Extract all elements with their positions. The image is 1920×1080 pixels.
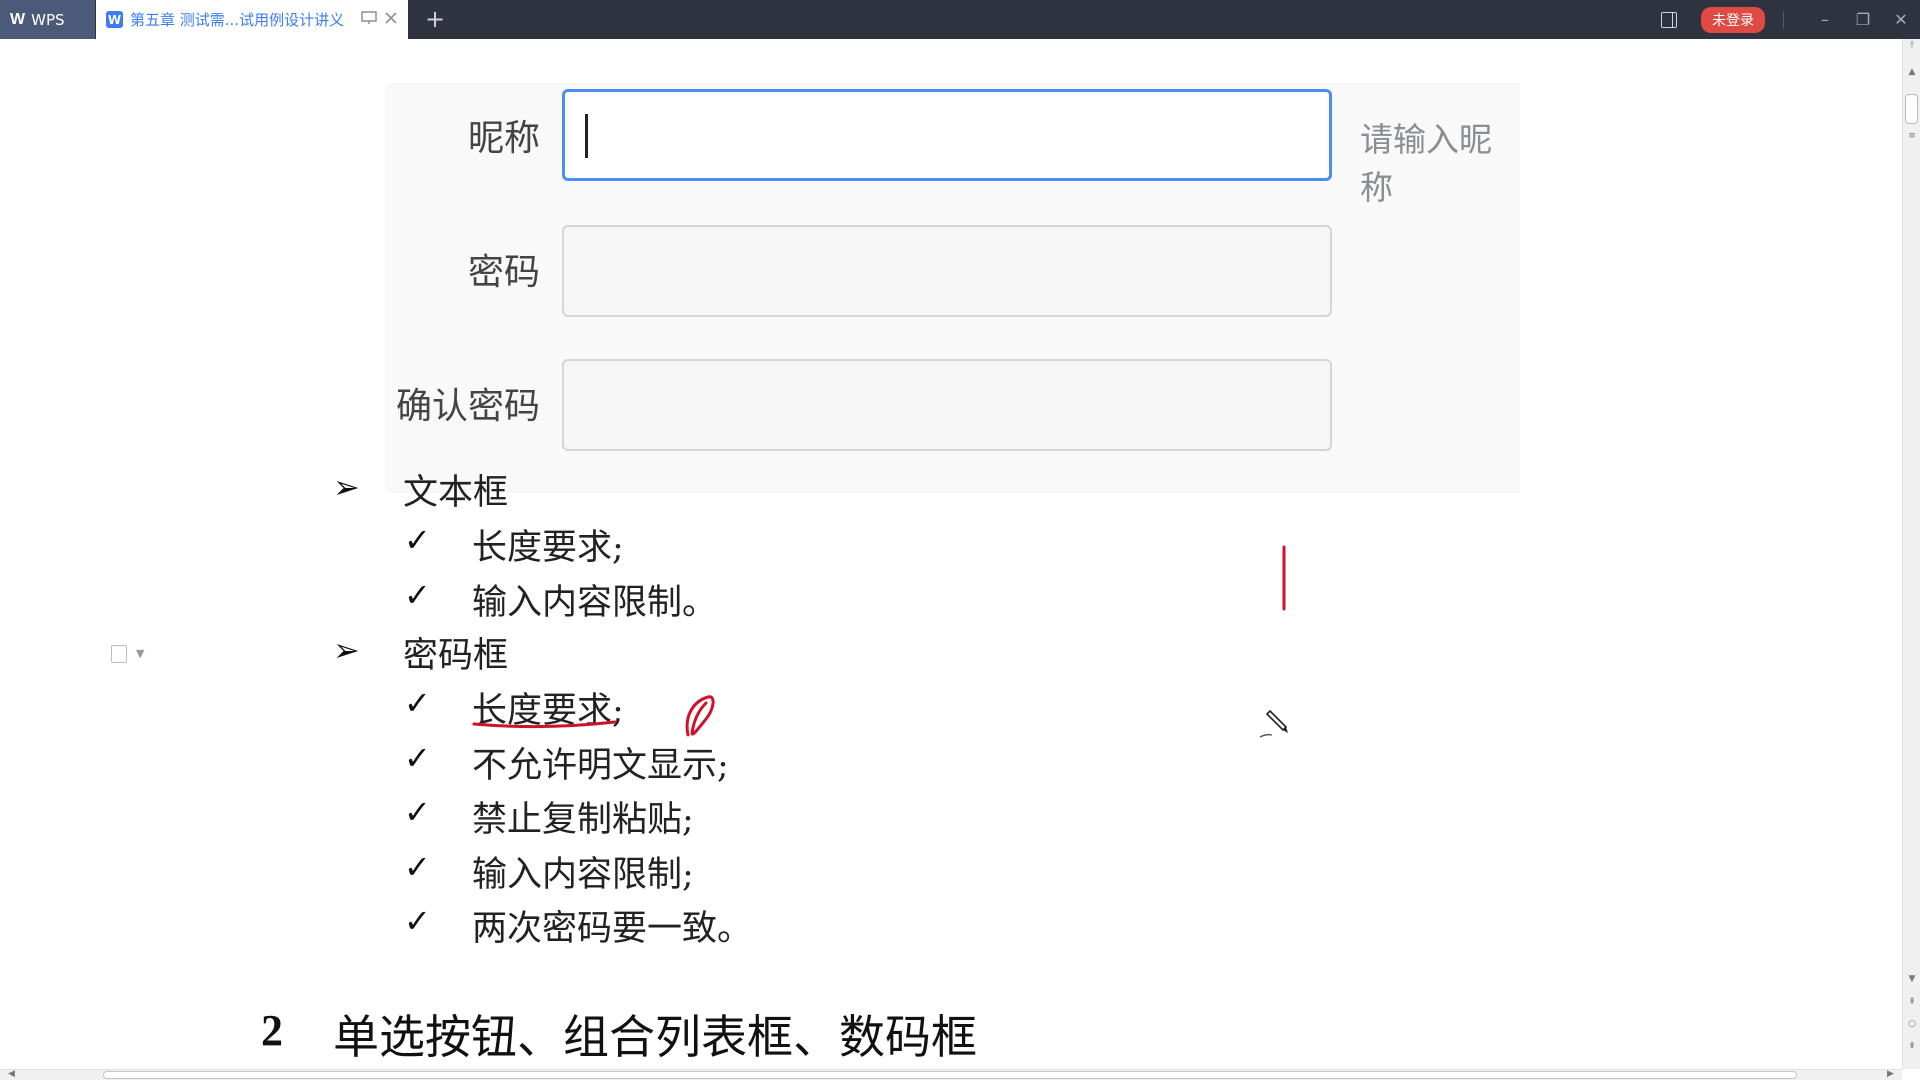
restore-button[interactable]: ❐ xyxy=(1844,10,1882,29)
document-tab-title: 第五章 测试需...试用例设计讲义 xyxy=(130,11,345,29)
select-browse-object-icon[interactable]: ○ xyxy=(1903,1019,1920,1029)
prev-page-icon[interactable]: ⇞ xyxy=(1903,997,1920,1007)
horizontal-scrollbar[interactable]: ◀ ▶ xyxy=(0,1069,1902,1080)
wps-logo-icon: W xyxy=(10,10,26,28)
doc-icon: W xyxy=(106,11,123,28)
scroll-down-icon[interactable]: ▼ xyxy=(1903,974,1920,984)
check-bullet: ✓ xyxy=(404,521,431,559)
scroll-up-icon[interactable]: ▲ xyxy=(1903,67,1920,77)
arrow-bullet: ➢ xyxy=(333,631,360,669)
section-number: 2 xyxy=(261,1006,283,1055)
vertical-scroll-thumb[interactable] xyxy=(1905,94,1918,124)
list-item: 输入内容限制; xyxy=(472,855,694,895)
title-bar: W WPS W 第五章 测试需...试用例设计讲义 + 未登录 – ❐ ✕ xyxy=(0,0,1920,39)
password-field xyxy=(562,225,1332,317)
confirm-password-label: 确认密码 xyxy=(395,386,540,427)
annotation-loop xyxy=(685,695,715,737)
check-bullet: ✓ xyxy=(404,902,431,940)
login-button[interactable]: 未登录 xyxy=(1701,6,1765,33)
password-heading: 密码框 xyxy=(403,636,509,676)
textbox-heading: 文本框 xyxy=(403,473,509,513)
check-bullet: ✓ xyxy=(404,793,431,831)
chevron-down-icon[interactable]: ▼ xyxy=(136,647,144,660)
nickname-label: 昵称 xyxy=(467,118,540,159)
list-item: 长度要求; xyxy=(472,528,624,568)
embedded-form-image: 昵称 请输入昵称 密码 确认密码 xyxy=(385,83,1520,493)
list-item: 不允许明文显示; xyxy=(472,746,729,786)
list-item: 长度要求; xyxy=(472,691,624,731)
list-item: 禁止复制粘贴; xyxy=(472,800,694,840)
next-page-icon[interactable]: ⇟ xyxy=(1903,1041,1920,1051)
document-tab[interactable]: W 第五章 测试需...试用例设计讲义 xyxy=(96,0,408,39)
scroll-left-icon[interactable]: ◀ xyxy=(8,1069,15,1079)
nickname-field xyxy=(562,89,1332,181)
wps-label: WPS xyxy=(31,10,65,29)
scroll-right-icon[interactable]: ▶ xyxy=(1887,1069,1894,1079)
minimize-button[interactable]: – xyxy=(1806,10,1844,29)
pen-cursor-icon xyxy=(1259,709,1288,738)
password-label: 密码 xyxy=(467,252,540,293)
document-canvas[interactable]: 昵称 请输入昵称 密码 确认密码 ➢ 文本框 ✓ 长度要求; ✓ 输入内容限制。… xyxy=(0,39,1902,1069)
check-bullet: ✓ xyxy=(404,576,431,614)
arrow-bullet: ➢ xyxy=(333,468,360,506)
text-caret xyxy=(585,114,588,158)
titlebar-divider xyxy=(1783,10,1784,29)
new-tab-button[interactable]: + xyxy=(425,5,445,33)
list-item: 输入内容限制。 xyxy=(472,583,718,623)
close-window-button[interactable]: ✕ xyxy=(1882,10,1920,29)
check-bullet: ✓ xyxy=(404,739,431,777)
scroll-marker-icon: ≡ xyxy=(1908,131,1916,141)
check-bullet: ✓ xyxy=(404,684,431,722)
check-bullet: ✓ xyxy=(404,848,431,886)
confirm-password-field xyxy=(562,359,1332,451)
close-tab-icon[interactable] xyxy=(384,11,398,29)
section-heading: 单选按钮、组合列表框、数码框 xyxy=(333,1010,977,1064)
projector-icon[interactable] xyxy=(361,10,377,29)
paragraph-layout-icon[interactable] xyxy=(111,645,127,663)
wps-home-tab[interactable]: W WPS xyxy=(0,0,95,39)
list-item: 两次密码要一致。 xyxy=(472,909,753,949)
horizontal-scroll-thumb[interactable] xyxy=(103,1071,1797,1079)
nickname-hint: 请输入昵称 xyxy=(1360,120,1492,207)
panel-icon[interactable] xyxy=(1661,11,1677,28)
scroll-top-icon[interactable]: ⤒ xyxy=(1903,41,1920,51)
vertical-scrollbar[interactable]: ⤒ ▲ ≡ ▼ ⇞ ○ ⇟ xyxy=(1902,39,1920,1069)
